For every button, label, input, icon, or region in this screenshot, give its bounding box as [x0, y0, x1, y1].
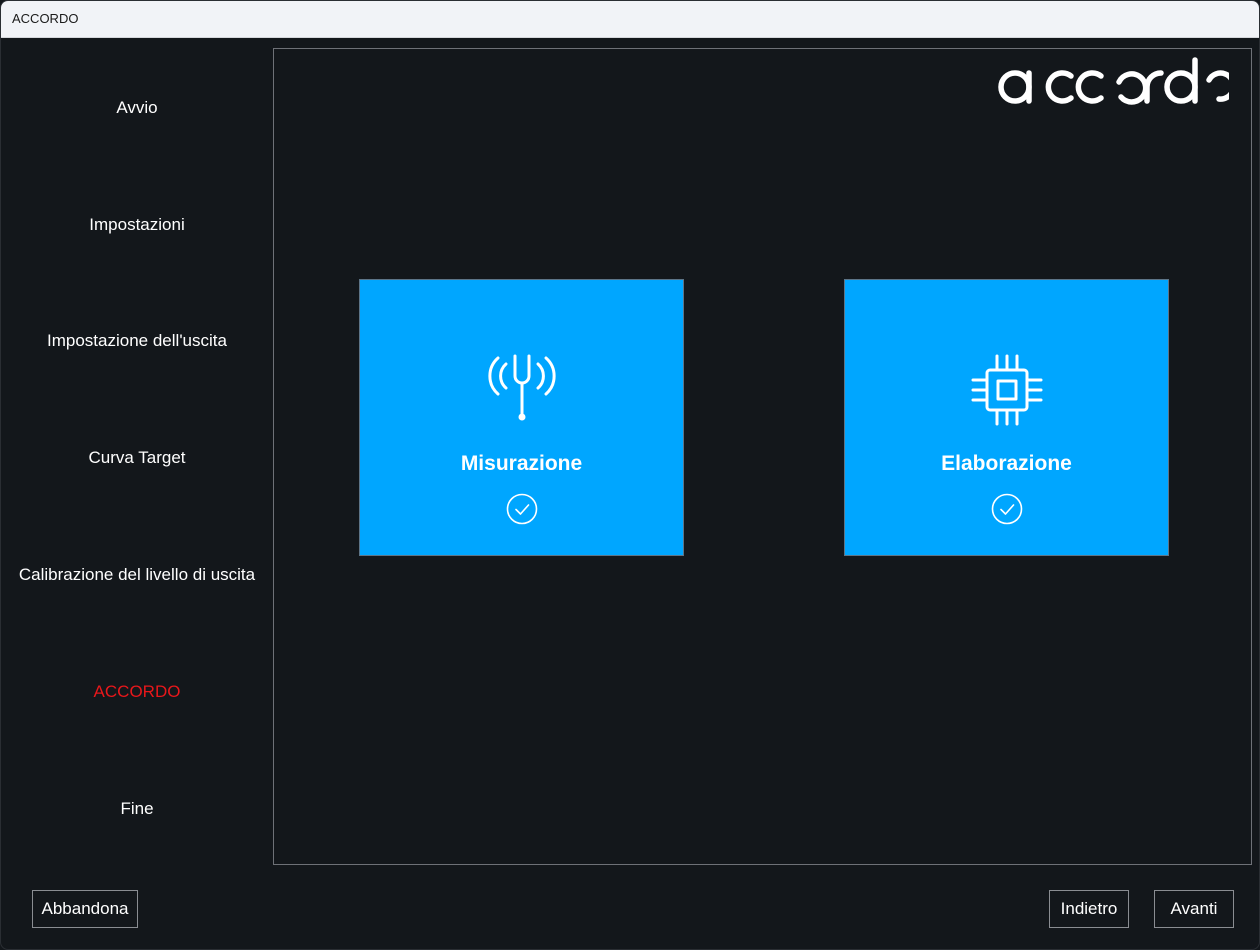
measurement-label: Misurazione — [460, 452, 583, 475]
processing-label: Elaborazione — [941, 452, 1072, 475]
accordo-logo — [998, 57, 1229, 105]
sidebar-nav: Avvio Impostazioni Impostazione dell'usc… — [1, 38, 273, 868]
sidebar-item-avvio[interactable]: Avvio — [1, 98, 273, 118]
sidebar-item-impostazioni[interactable]: Impostazioni — [1, 215, 273, 235]
title-bar[interactable]: ACCORDO — [1, 1, 1259, 38]
sidebar-item-accordo[interactable]: ACCORDO — [1, 682, 273, 702]
sidebar-item-calibrazione[interactable]: Calibrazione del livello di uscita — [1, 565, 273, 585]
measurement-card[interactable]: Misurazione — [359, 279, 684, 556]
check-circle-icon — [506, 493, 537, 525]
sidebar-item-fine[interactable]: Fine — [1, 799, 273, 819]
window-title: ACCORDO — [12, 11, 79, 26]
cpu-chip-icon — [971, 354, 1042, 426]
sidebar-item-impostazione-uscita[interactable]: Impostazione dell'uscita — [1, 331, 273, 351]
app-window: ACCORDO Avvio Impostazioni Impostazione … — [0, 0, 1260, 950]
main-panel: Misurazione Elaborazione — [273, 48, 1252, 865]
abandon-button[interactable]: Abbandona — [32, 890, 138, 928]
check-circle-icon — [991, 493, 1022, 525]
processing-card[interactable]: Elaborazione — [844, 279, 1169, 556]
next-button[interactable]: Avanti — [1154, 890, 1234, 928]
tuning-fork-icon — [487, 354, 556, 421]
back-button[interactable]: Indietro — [1049, 890, 1129, 928]
sidebar-item-curva-target[interactable]: Curva Target — [1, 448, 273, 468]
